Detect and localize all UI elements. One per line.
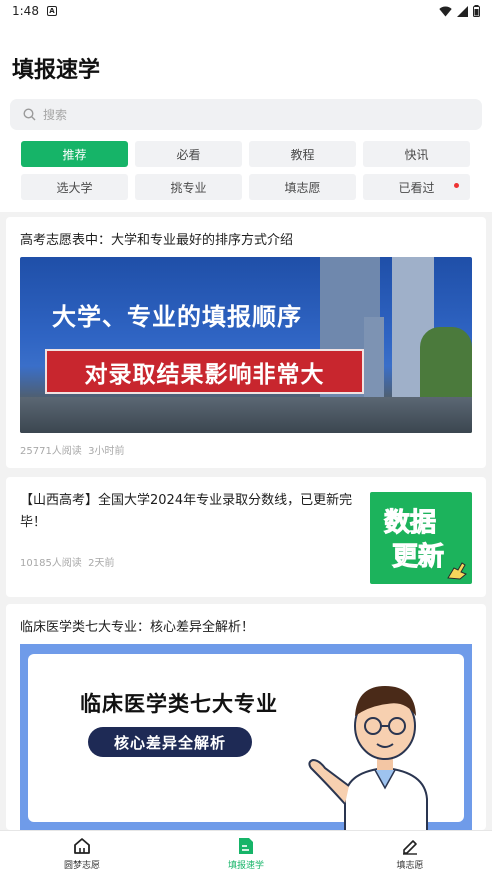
- status-bar: 1:48 A: [0, 0, 492, 22]
- document-icon: [239, 838, 253, 854]
- article-banner: 大学、专业的填报顺序 对录取结果影响非常大: [20, 257, 472, 433]
- tag-recommend[interactable]: 推荐: [21, 141, 128, 167]
- unread-dot: [454, 183, 459, 188]
- header-section: 填报速学 搜索 推荐 必看 教程 快讯 选大学 挑专业 填志愿 已看过: [0, 22, 492, 212]
- tab-apply[interactable]: 填志愿: [328, 831, 492, 876]
- tag-choose-university[interactable]: 选大学: [21, 174, 128, 200]
- search-bar[interactable]: 搜索: [10, 99, 482, 130]
- article-thumbnail: 数据 更新: [370, 492, 472, 584]
- page-title: 填报速学: [12, 58, 101, 83]
- tag-choose-major[interactable]: 挑专业: [135, 174, 242, 200]
- tab-home[interactable]: 圆梦志愿: [0, 831, 164, 876]
- article-card[interactable]: 高考志愿表中：大学和专业最好的排序方式介绍 大学、专业的填报顺序 对录取结果影响…: [6, 217, 486, 468]
- banner-headline: 临床医学类七大专业: [80, 692, 278, 716]
- article-title: 高考志愿表中：大学和专业最好的排序方式介绍: [20, 233, 294, 248]
- publish-time: 2天前: [88, 558, 115, 569]
- tab-apply-label: 填志愿: [396, 861, 424, 871]
- article-card[interactable]: 临床医学类七大专业：核心差异全解析！ 临床医学类七大专业 核心差异全解析: [6, 604, 486, 832]
- article-meta: 10185人阅读 2天前: [20, 554, 115, 569]
- signal-icon: [457, 5, 468, 17]
- article-title: 临床医学类七大专业：核心差异全解析！: [20, 620, 255, 635]
- tab-home-label: 圆梦志愿: [63, 861, 100, 871]
- tab-learn-label: 填报速学: [227, 861, 264, 871]
- tag-must-see[interactable]: 必看: [135, 141, 242, 167]
- tag-viewed-label: 已看过: [398, 180, 435, 195]
- banner-pill: 核心差异全解析: [88, 727, 252, 757]
- banner-subheadline: 对录取结果影响非常大: [45, 349, 364, 394]
- article-card[interactable]: 【山西高考】全国大学2024年专业录取分数线，已更新完毕！ 10185人阅读 2…: [6, 477, 486, 597]
- tag-fill-application[interactable]: 填志愿: [249, 174, 356, 200]
- home-icon: [74, 838, 90, 854]
- article-meta: 25771人阅读 3小时前: [20, 442, 125, 457]
- search-icon: [23, 108, 36, 121]
- tag-news[interactable]: 快讯: [363, 141, 470, 167]
- banner-headline: 大学、专业的填报顺序: [52, 303, 302, 331]
- read-count: 25771人阅读: [20, 446, 82, 457]
- tab-learn[interactable]: 填报速学: [164, 831, 328, 876]
- article-title: 【山西高考】全国大学2024年专业录取分数线，已更新完毕！: [20, 493, 353, 530]
- thumb-text-line1: 数据: [383, 508, 437, 539]
- battery-icon: [473, 5, 480, 17]
- tag-viewed[interactable]: 已看过: [363, 174, 470, 200]
- notification-icon: A: [46, 6, 57, 16]
- status-time: 1:48: [12, 4, 39, 18]
- thumb-text-line2: 更新: [391, 542, 445, 573]
- search-placeholder: 搜索: [43, 108, 68, 122]
- doctor-illustration: [308, 686, 428, 832]
- article-banner: 临床医学类七大专业 核心差异全解析: [20, 644, 472, 832]
- pencil-icon: [403, 840, 417, 855]
- category-tags: 推荐 必看 教程 快讯 选大学 挑专业 填志愿 已看过: [21, 141, 472, 200]
- tag-tutorial[interactable]: 教程: [249, 141, 356, 167]
- hand-pointer-icon: [447, 562, 467, 580]
- publish-time: 3小时前: [88, 446, 125, 457]
- wifi-icon: [439, 6, 452, 16]
- bottom-tab-bar: 圆梦志愿 填报速学 填志愿: [0, 830, 492, 876]
- read-count: 10185人阅读: [20, 558, 82, 569]
